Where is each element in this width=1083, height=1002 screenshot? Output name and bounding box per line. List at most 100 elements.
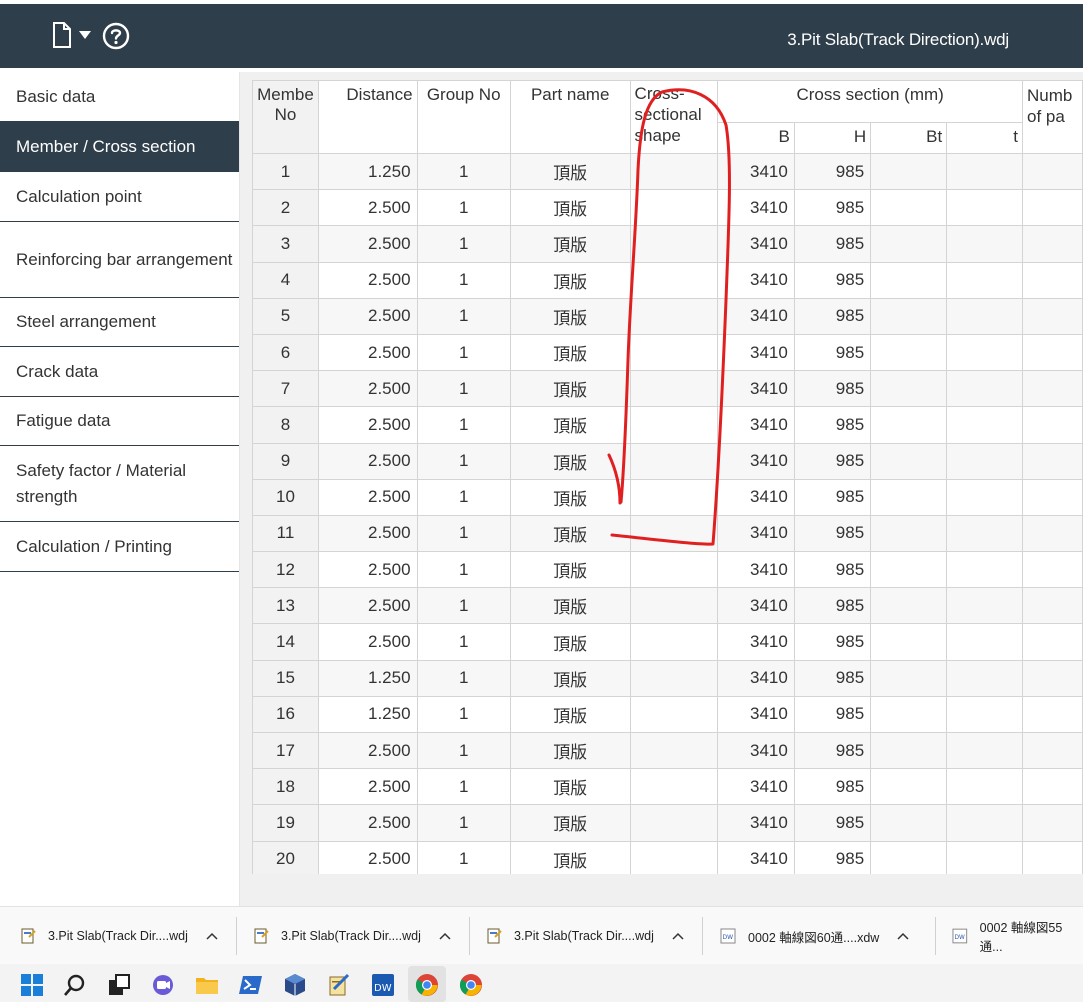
cell-b[interactable]: 3410 (717, 551, 795, 589)
cell-cross-sectional-shape[interactable] (629, 840, 719, 874)
cell-b[interactable]: 3410 (717, 333, 795, 372)
cell-b[interactable]: 3410 (717, 731, 795, 770)
chevron-up-icon[interactable] (206, 932, 218, 940)
cell-part-name[interactable]: 頂版 (509, 551, 631, 589)
cell-cross-sectional-shape[interactable] (629, 297, 719, 335)
cell-cross-sectional-shape[interactable] (629, 731, 719, 770)
document-tab[interactable]: 3.Pit Slab(Track Dir....wdj (20, 907, 218, 965)
cell-group-no[interactable]: 1 (416, 695, 511, 734)
chevron-down-icon[interactable] (79, 31, 91, 39)
cell-part-name[interactable]: 頂版 (509, 514, 631, 553)
cell-number-of-parts[interactable] (1022, 840, 1083, 874)
cell-h[interactable]: 985 (793, 297, 872, 335)
cell-number-of-parts[interactable] (1022, 623, 1083, 661)
cell-group-no[interactable]: 1 (416, 189, 511, 227)
header-h[interactable]: H (793, 122, 872, 154)
cell-number-of-parts[interactable] (1022, 478, 1083, 516)
search-icon[interactable] (63, 973, 87, 997)
sidebar-item-safety-factor[interactable]: Safety factor / Material strength (0, 446, 239, 522)
cell-b[interactable]: 3410 (717, 406, 795, 444)
cell-cross-sectional-shape[interactable] (629, 551, 719, 589)
cell-group-no[interactable]: 1 (416, 623, 511, 661)
cell-b[interactable]: 3410 (717, 261, 795, 299)
cell-number-of-parts[interactable] (1022, 261, 1083, 299)
chevron-up-icon[interactable] (439, 932, 451, 940)
table-row[interactable]: 6 2.500 1 頂版 3410 985 (252, 333, 1083, 372)
cell-number-of-parts[interactable] (1022, 225, 1083, 263)
cell-group-no[interactable]: 1 (416, 804, 511, 842)
cell-cross-sectional-shape[interactable] (629, 333, 719, 372)
header-cross-section-mm[interactable]: Cross section (mm) (717, 80, 1024, 123)
cell-group-no[interactable]: 1 (416, 152, 511, 191)
cell-part-name[interactable]: 頂版 (509, 659, 631, 697)
cell-distance[interactable]: 2.500 (317, 840, 418, 874)
cell-group-no[interactable]: 1 (416, 514, 511, 553)
cell-bt[interactable] (870, 189, 948, 227)
cell-part-name[interactable]: 頂版 (509, 406, 631, 444)
cell-group-no[interactable]: 1 (416, 297, 511, 335)
cell-number-of-parts[interactable] (1022, 695, 1083, 734)
header-part-name[interactable]: Part name (509, 80, 631, 154)
cell-part-name[interactable]: 頂版 (509, 623, 631, 661)
cell-bt[interactable] (870, 731, 948, 770)
cell-cross-sectional-shape[interactable] (629, 370, 719, 408)
cell-group-no[interactable]: 1 (416, 225, 511, 263)
cell-number-of-parts[interactable] (1022, 514, 1083, 553)
sidebar-item-steel-arrangement[interactable]: Steel arrangement (0, 298, 239, 347)
cell-part-name[interactable]: 頂版 (509, 333, 631, 372)
cell-t[interactable] (946, 551, 1024, 589)
table-row[interactable]: 5 2.500 1 頂版 3410 985 (252, 297, 1083, 335)
cell-distance[interactable]: 2.500 (317, 587, 418, 625)
cell-bt[interactable] (870, 442, 948, 480)
cell-b[interactable]: 3410 (717, 623, 795, 661)
cell-member-no[interactable]: 11 (252, 514, 319, 553)
cell-h[interactable]: 985 (793, 514, 872, 553)
virtualbox-icon[interactable] (283, 973, 307, 997)
table-row[interactable]: 13 2.500 1 頂版 3410 985 (252, 587, 1083, 625)
cell-distance[interactable]: 2.500 (317, 225, 418, 263)
table-row[interactable]: 11 2.500 1 頂版 3410 985 (252, 514, 1083, 553)
cell-distance[interactable]: 2.500 (317, 442, 418, 480)
header-group-no[interactable]: Group No (416, 80, 511, 154)
cell-group-no[interactable]: 1 (416, 659, 511, 697)
cell-number-of-parts[interactable] (1022, 333, 1083, 372)
cell-distance[interactable]: 2.500 (317, 189, 418, 227)
cell-h[interactable]: 985 (793, 406, 872, 444)
table-row[interactable]: 16 1.250 1 頂版 3410 985 (252, 695, 1083, 734)
document-tab[interactable]: 3.Pit Slab(Track Dir....wdj (486, 907, 684, 965)
cell-distance[interactable]: 2.500 (317, 804, 418, 842)
cell-group-no[interactable]: 1 (416, 370, 511, 408)
cell-bt[interactable] (870, 623, 948, 661)
cell-part-name[interactable]: 頂版 (509, 442, 631, 480)
cell-member-no[interactable]: 20 (252, 840, 319, 874)
cell-part-name[interactable]: 頂版 (509, 731, 631, 770)
cell-group-no[interactable]: 1 (416, 478, 511, 516)
header-distance[interactable]: Distance (317, 80, 418, 154)
chevron-up-icon[interactable] (672, 932, 684, 940)
cell-t[interactable] (946, 333, 1024, 372)
cell-t[interactable] (946, 261, 1024, 299)
cell-distance[interactable]: 2.500 (317, 731, 418, 770)
cell-number-of-parts[interactable] (1022, 804, 1083, 842)
cell-t[interactable] (946, 406, 1024, 444)
windows-start-icon[interactable] (20, 973, 44, 997)
cell-bt[interactable] (870, 659, 948, 697)
cell-b[interactable]: 3410 (717, 514, 795, 553)
cell-b[interactable]: 3410 (717, 804, 795, 842)
cell-t[interactable] (946, 840, 1024, 874)
table-row[interactable]: 12 2.500 1 頂版 3410 985 (252, 551, 1083, 589)
cell-cross-sectional-shape[interactable] (629, 587, 719, 625)
cell-part-name[interactable]: 頂版 (509, 768, 631, 806)
cell-b[interactable]: 3410 (717, 695, 795, 734)
table-row[interactable]: 4 2.500 1 頂版 3410 985 (252, 261, 1083, 299)
cell-member-no[interactable]: 16 (252, 695, 319, 734)
cell-cross-sectional-shape[interactable] (629, 152, 719, 191)
cell-distance[interactable]: 2.500 (317, 370, 418, 408)
cell-group-no[interactable]: 1 (416, 840, 511, 874)
cell-part-name[interactable]: 頂版 (509, 804, 631, 842)
cell-t[interactable] (946, 478, 1024, 516)
cell-cross-sectional-shape[interactable] (629, 442, 719, 480)
header-number-of-parts[interactable]: Numb of pa (1022, 80, 1083, 154)
cell-t[interactable] (946, 695, 1024, 734)
cell-group-no[interactable]: 1 (416, 551, 511, 589)
